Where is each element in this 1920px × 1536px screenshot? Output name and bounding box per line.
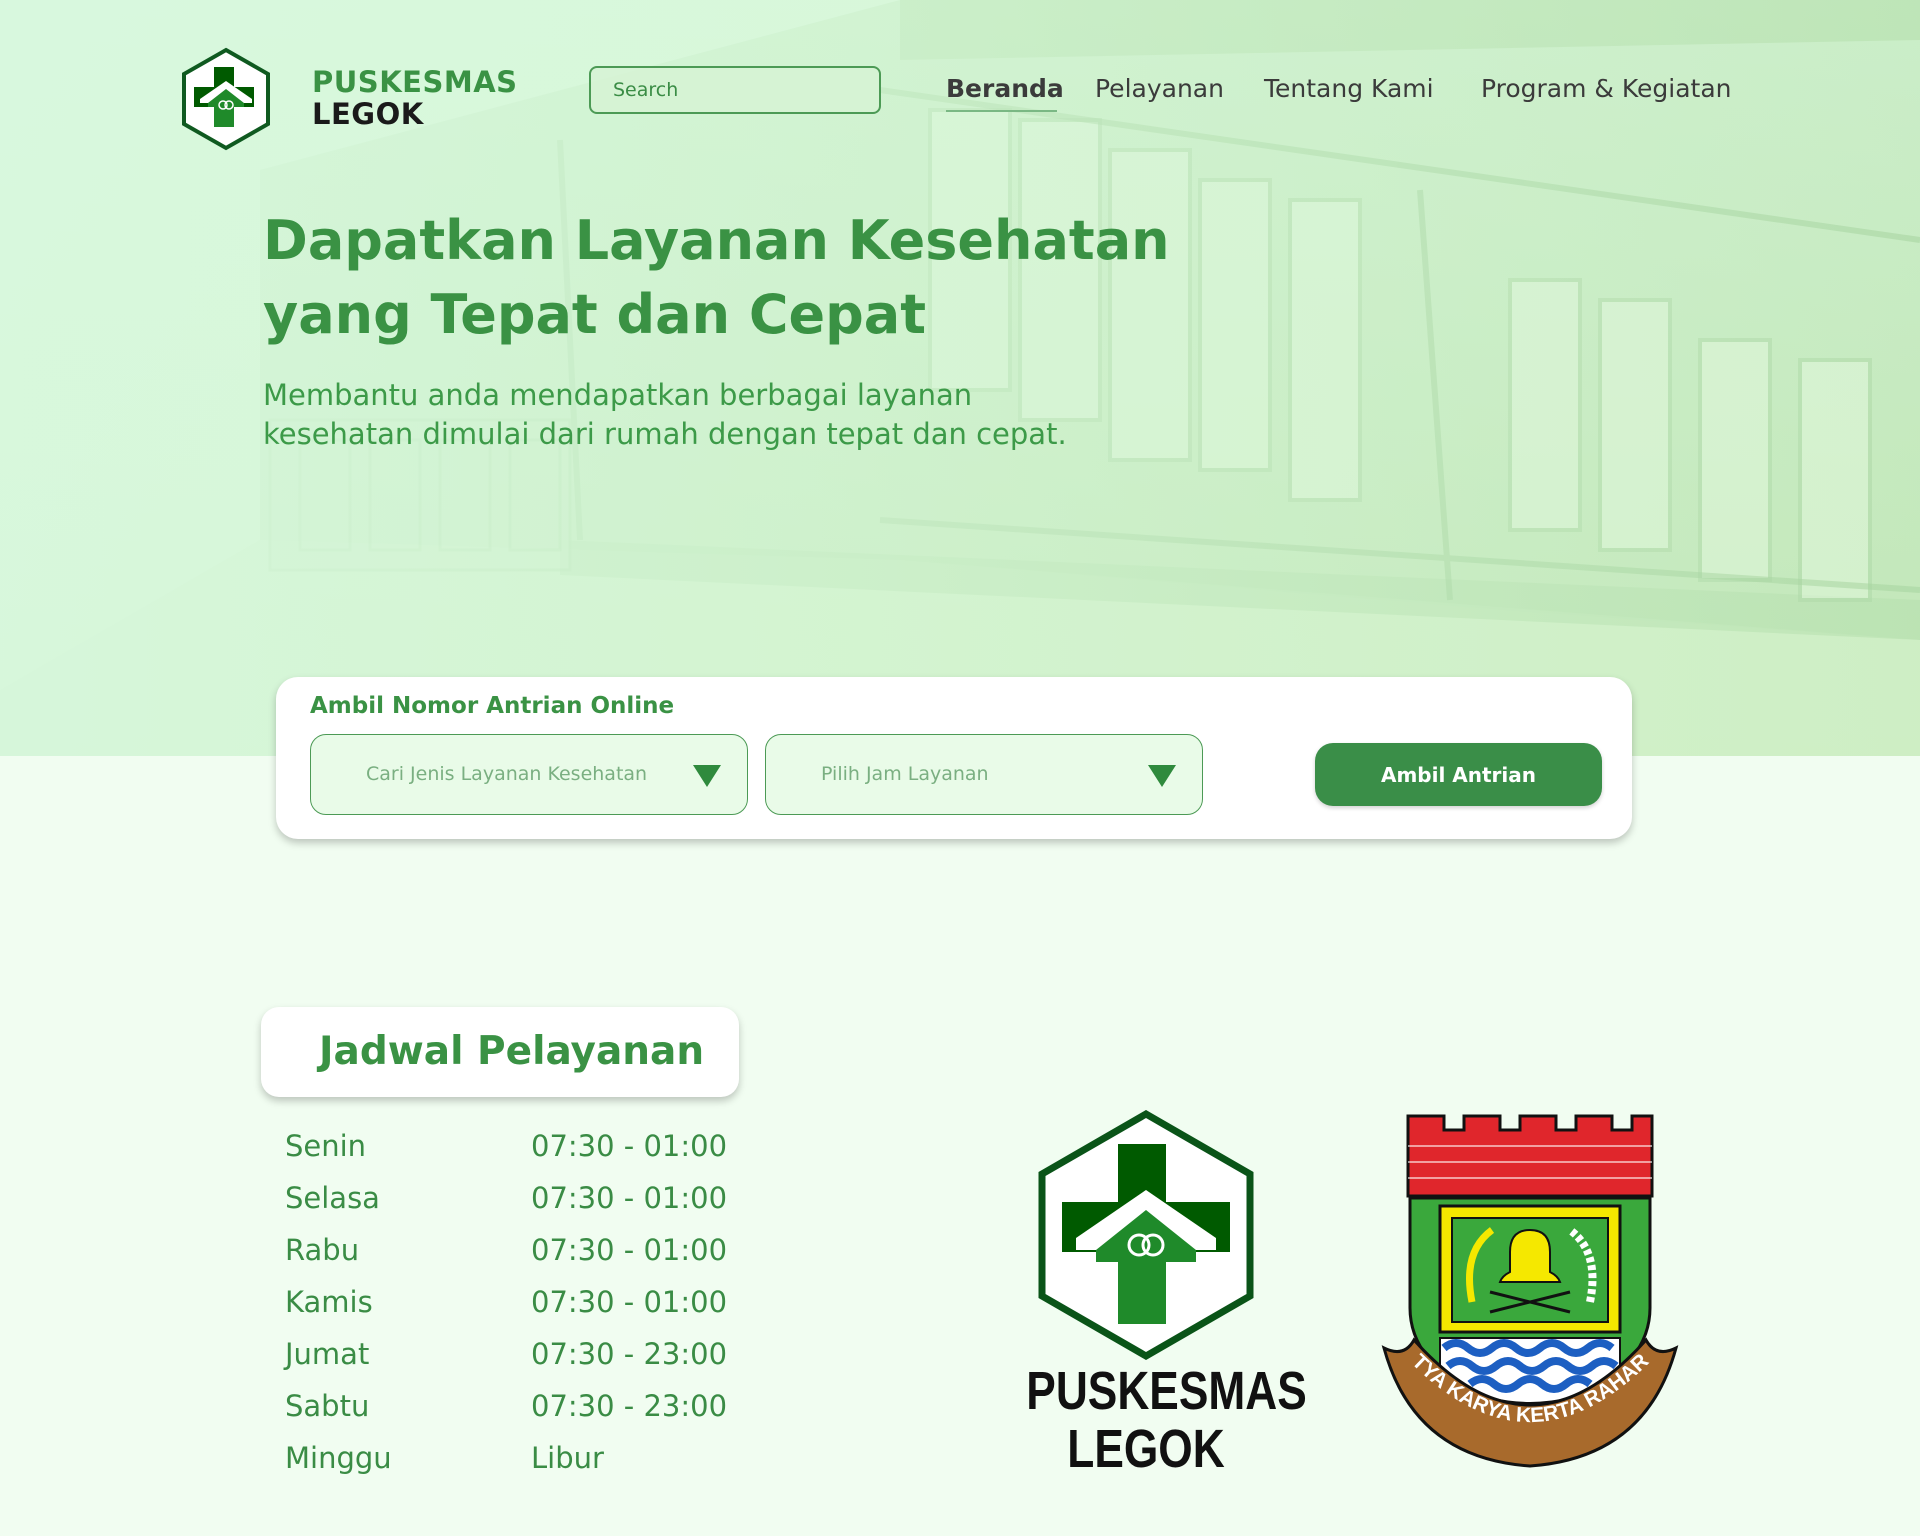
schedule-row: Sabtu 07:30 - 23:00 (285, 1389, 765, 1433)
schedule-time: 07:30 - 01:00 (531, 1181, 728, 1215)
schedule-row: Minggu Libur (285, 1441, 765, 1485)
schedule-row: Rabu 07:30 - 01:00 (285, 1233, 765, 1277)
take-queue-button[interactable]: Ambil Antrian (1315, 743, 1602, 806)
nav-tentang-kami[interactable]: Tentang Kami (1264, 74, 1434, 108)
schedule-day: Senin (285, 1129, 367, 1163)
puskesmas-large-logo-icon (1038, 1110, 1254, 1360)
hero-title-line1: Dapatkan Layanan Kesehatan (263, 209, 1170, 272)
schedule-time: Libur (531, 1441, 604, 1475)
service-time-select[interactable]: Pilih Jam Layanan (765, 734, 1203, 815)
schedule-time: 07:30 - 01:00 (531, 1233, 728, 1267)
schedule-row: Kamis 07:30 - 01:00 (285, 1285, 765, 1329)
logo-text-line1: PUSKESMAS (1026, 1361, 1307, 1421)
nav-program-kegiatan[interactable]: Program & Kegiatan (1481, 74, 1732, 108)
schedule-time: 07:30 - 01:00 (531, 1285, 728, 1319)
search-input[interactable] (591, 68, 879, 112)
nav-beranda[interactable]: Beranda (946, 74, 1064, 108)
schedule-day: Sabtu (285, 1389, 370, 1423)
service-type-select[interactable]: Cari Jenis Layanan Kesehatan (310, 734, 748, 815)
schedule-day: Rabu (285, 1233, 360, 1267)
hero-title: Dapatkan Layanan Kesehatan yang Tepat da… (263, 204, 1263, 352)
schedule-time: 07:30 - 23:00 (531, 1337, 728, 1371)
nav-pelayanan[interactable]: Pelayanan (1095, 74, 1224, 108)
brand-name[interactable]: PUSKESMAS LEGOK (312, 66, 518, 130)
schedule-row: Selasa 07:30 - 01:00 (285, 1181, 765, 1225)
logo-text-line2: LEGOK (1067, 1419, 1225, 1479)
brand-line2: LEGOK (312, 97, 424, 131)
search-box[interactable] (589, 66, 881, 114)
puskesmas-logo-text: PUSKESMAS LEGOK (1026, 1361, 1307, 1479)
dropdown-arrow-icon (693, 765, 721, 787)
schedule-day: Selasa (285, 1181, 380, 1215)
schedule-time: 07:30 - 01:00 (531, 1129, 728, 1163)
nav-active-underline (946, 110, 1057, 112)
queue-title: Ambil Nomor Antrian Online (310, 693, 675, 719)
schedule-row: Jumat 07:30 - 23:00 (285, 1337, 765, 1381)
brand-line1: PUSKESMAS (312, 65, 518, 99)
service-time-select-label: Pilih Jam Layanan (821, 763, 989, 785)
hero-subtitle: Membantu anda mendapatkan berbagai layan… (263, 378, 1067, 451)
service-type-select-label: Cari Jenis Layanan Kesehatan (366, 763, 648, 785)
hero-title-line2: yang Tepat dan Cepat (263, 283, 927, 346)
schedule-day: Minggu (285, 1441, 392, 1475)
dropdown-arrow-icon (1148, 765, 1176, 787)
tangerang-emblem-icon: SATYA KARYA KERTA RAHARJA (1380, 1112, 1679, 1468)
schedule-row: Senin 07:30 - 01:00 (285, 1129, 765, 1173)
schedule-header-card: Jadwal Pelayanan (261, 1007, 739, 1097)
schedule-title: Jadwal Pelayanan (319, 1029, 705, 1074)
schedule-day: Jumat (285, 1337, 370, 1371)
schedule-day: Kamis (285, 1285, 373, 1319)
puskesmas-logo-icon[interactable] (180, 47, 272, 151)
queue-card: Ambil Nomor Antrian Online Cari Jenis La… (276, 677, 1632, 839)
schedule-time: 07:30 - 23:00 (531, 1389, 728, 1423)
